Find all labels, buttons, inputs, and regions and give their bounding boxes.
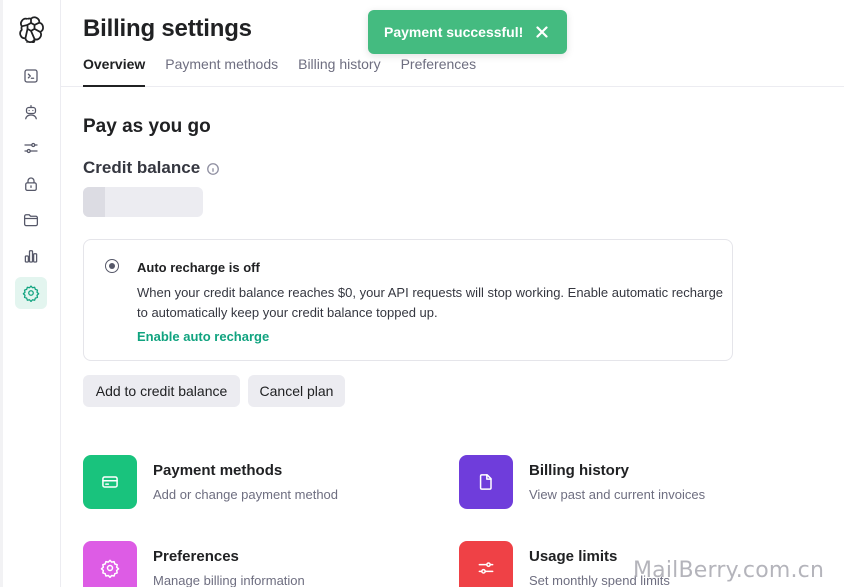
add-credit-button[interactable]: Add to credit balance [83, 375, 240, 407]
sidebar [0, 0, 61, 587]
card-icon-bg [83, 541, 137, 587]
card-title: Payment methods [153, 462, 283, 479]
card-payment-methods[interactable]: Payment methods Add or change payment me… [83, 455, 413, 515]
gear-icon [22, 285, 40, 302]
auto-recharge-status-radio [105, 259, 119, 273]
auto-recharge-panel: Auto recharge is off When your credit ba… [83, 239, 733, 361]
sidebar-item-settings[interactable] [15, 277, 47, 309]
watermark: MailBerry.com.cn [633, 558, 825, 583]
toast-close-button[interactable] [533, 23, 551, 41]
credit-balance-label: Credit balance [83, 158, 201, 177]
card-subtitle: Add or change payment method [153, 487, 339, 502]
gear-icon [100, 559, 120, 578]
card-icon-bg [83, 455, 137, 509]
section-title: Pay as you go [83, 116, 211, 137]
auto-recharge-description: When your credit balance reaches $0, you… [137, 285, 724, 320]
tab-billing-history[interactable]: Billing history [298, 56, 380, 87]
sidebar-item-playground[interactable] [15, 60, 47, 92]
sliders-icon [478, 562, 494, 574]
radio-dot [109, 263, 115, 269]
card-subtitle: Manage billing information [153, 573, 305, 587]
page-title: Billing settings [83, 15, 252, 42]
terminal-icon [24, 69, 38, 83]
bar-chart-icon [24, 250, 38, 263]
card-title: Preferences [153, 548, 239, 565]
credit-balance-loading-skeleton [83, 187, 203, 217]
tab-overview[interactable]: Overview [83, 56, 146, 87]
card-icon-bg [459, 455, 513, 509]
sliders-icon [24, 142, 38, 154]
window-edge [0, 0, 3, 587]
credit-card-icon [102, 476, 118, 488]
sidebar-item-usage[interactable] [15, 240, 47, 272]
tab-preferences[interactable]: Preferences [401, 56, 476, 87]
tab-payment-methods[interactable]: Payment methods [165, 56, 278, 87]
openai-logo-icon[interactable] [17, 15, 45, 46]
card-title: Usage limits [529, 548, 618, 565]
app-window: Billing settings Overview Payment method… [0, 0, 844, 587]
sidebar-item-files[interactable] [15, 204, 47, 236]
card-icon-bg [459, 541, 513, 587]
enable-auto-recharge-link[interactable]: Enable auto recharge [137, 329, 269, 344]
success-toast: Payment successful! [368, 10, 567, 54]
folder-icon [23, 214, 39, 227]
sidebar-item-assistants[interactable] [15, 96, 47, 128]
card-subtitle: View past and current invoices [529, 487, 706, 502]
auto-recharge-title: Auto recharge is off [137, 260, 260, 275]
tab-bar: Overview Payment methods Billing history… [83, 56, 476, 87]
close-icon [536, 26, 548, 38]
assistant-robot-icon [25, 104, 37, 120]
cancel-plan-button[interactable]: Cancel plan [248, 375, 345, 407]
sidebar-item-api-keys[interactable] [15, 168, 47, 200]
card-preferences[interactable]: Preferences Manage billing information [83, 541, 413, 587]
credit-balance-heading: Credit balance [83, 158, 220, 178]
sidebar-item-fine-tuning[interactable] [15, 132, 47, 164]
lock-icon [25, 177, 37, 192]
card-billing-history[interactable]: Billing history View past and current in… [459, 455, 789, 515]
info-icon[interactable] [206, 161, 220, 175]
document-icon [479, 474, 492, 490]
card-title: Billing history [529, 462, 630, 479]
toast-message: Payment successful! [384, 24, 524, 40]
skeleton-shimmer [83, 187, 105, 217]
